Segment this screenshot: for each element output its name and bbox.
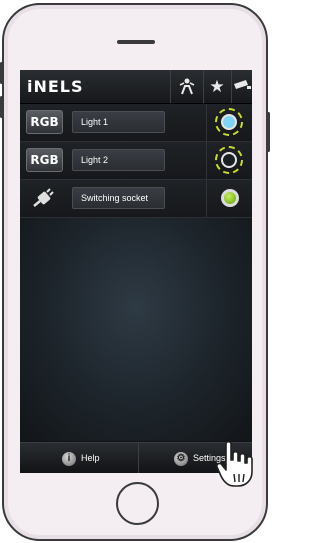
rgb-button[interactable]: RGB (26, 110, 63, 134)
light-2-state-indicator (221, 152, 237, 168)
list-item: RGB Light 2 (20, 142, 252, 180)
plug-icon[interactable] (31, 187, 57, 209)
volume-up-button (0, 62, 3, 84)
device-list: RGB Light 1 RGB Light 2 Switching socket (20, 104, 252, 218)
top-toolbar: iNELS ★ (20, 70, 252, 104)
device-name-light-1[interactable]: Light 1 (72, 111, 165, 133)
rgb-button[interactable]: RGB (26, 148, 63, 172)
help-label: Help (81, 453, 100, 463)
device-name-switching-socket[interactable]: Switching socket (72, 187, 165, 209)
help-icon: i (62, 451, 76, 466)
camera-icon[interactable] (230, 76, 252, 98)
tap-hand-icon (214, 440, 254, 488)
help-button[interactable]: i Help (62, 443, 100, 473)
phone-speaker (117, 40, 155, 44)
star-icon[interactable]: ★ (204, 76, 230, 98)
light-1-toggle[interactable] (215, 108, 243, 136)
row-divider (206, 180, 207, 217)
person-icon[interactable] (174, 76, 200, 98)
gear-icon: ⚙ (174, 451, 188, 466)
bottom-divider (138, 443, 139, 473)
device-name-light-2[interactable]: Light 2 (72, 149, 165, 171)
list-item: Switching socket (20, 180, 252, 218)
volume-down-button (0, 96, 3, 118)
power-button (267, 112, 270, 152)
app-logo: iNELS (27, 77, 84, 96)
socket-toggle[interactable] (221, 189, 239, 207)
list-item: RGB Light 1 (20, 104, 252, 142)
row-divider (206, 142, 207, 179)
home-button[interactable] (116, 482, 159, 525)
toolbar-divider (170, 70, 171, 103)
socket-state-indicator (224, 192, 236, 204)
content-area (20, 218, 252, 441)
light-2-toggle[interactable] (215, 146, 243, 174)
app-screen: iNELS ★ RGB Light 1 RGB Light 2 Switchin… (20, 70, 252, 473)
light-1-state-indicator (221, 114, 237, 130)
row-divider (206, 104, 207, 141)
